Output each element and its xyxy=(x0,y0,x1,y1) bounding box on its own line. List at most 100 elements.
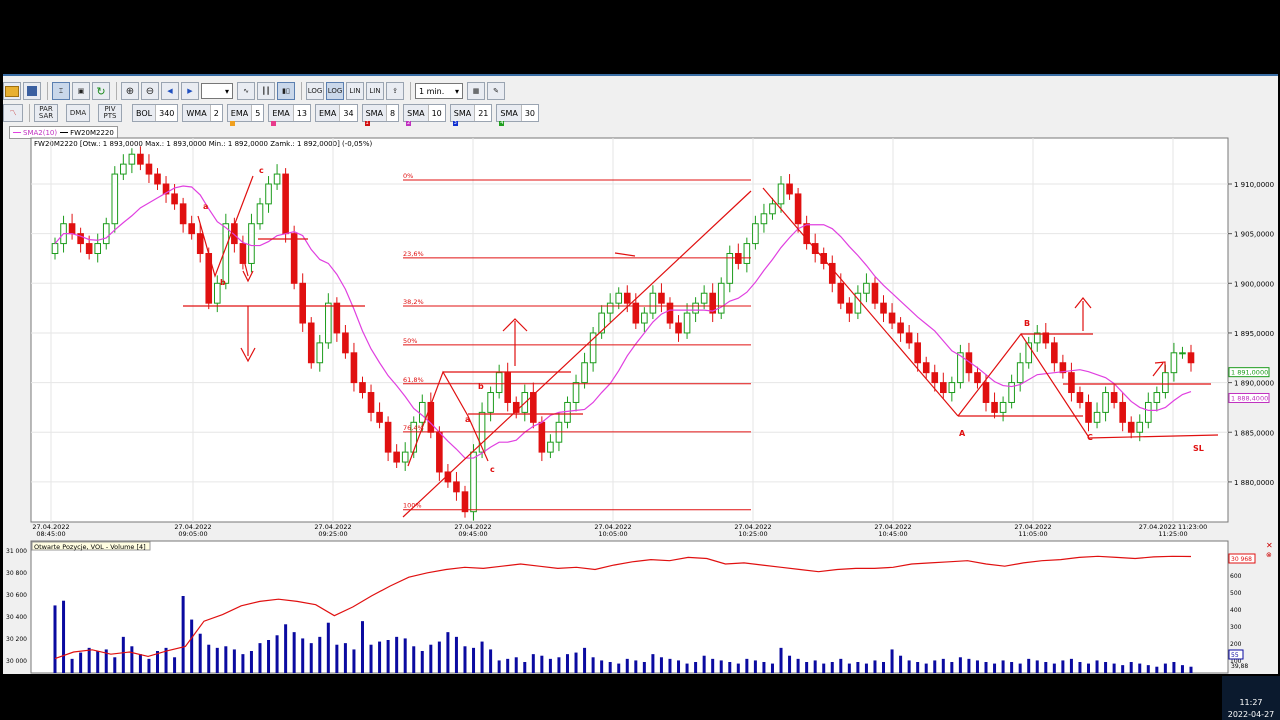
candle-body xyxy=(384,421,392,453)
x-axis-time: 09:05:00 xyxy=(178,530,207,538)
volume-bar xyxy=(181,596,185,673)
volume-bar xyxy=(215,647,219,673)
volume-bar xyxy=(796,658,800,673)
volume-bar xyxy=(463,646,467,673)
candle-body xyxy=(1102,392,1109,413)
volume-bar xyxy=(1112,663,1116,673)
candle-body xyxy=(1016,362,1024,384)
volume-bar xyxy=(62,600,66,673)
candle-body xyxy=(606,302,614,314)
volume-bar xyxy=(241,654,245,673)
candle-body xyxy=(393,451,400,463)
x-axis-time: 11:05:00 xyxy=(1018,530,1047,538)
candle-body xyxy=(461,491,469,513)
chart-area[interactable]: FW20M2220 [Otw.: 1 893,0000 Max.: 1 893,… xyxy=(3,76,1278,676)
volume-bar xyxy=(634,660,638,673)
volume-bar xyxy=(1061,660,1065,673)
candle-body xyxy=(273,173,281,185)
wave-annotation: a xyxy=(465,415,470,424)
volume-bar xyxy=(788,655,792,673)
volume-bar xyxy=(1155,666,1159,673)
candle-body xyxy=(299,282,306,324)
volume-bar xyxy=(87,647,91,673)
volume-bar xyxy=(685,663,689,673)
volume-bar xyxy=(53,605,57,673)
candle-body xyxy=(282,173,289,235)
volume-bar xyxy=(583,647,587,673)
volume-bar xyxy=(1138,663,1142,673)
oi-axis-label: 30 200 xyxy=(6,636,27,643)
candle-body xyxy=(675,322,682,334)
candle-body xyxy=(367,392,375,413)
candle-body xyxy=(171,193,178,205)
candle-body xyxy=(487,392,494,413)
volume-bar xyxy=(489,649,493,673)
volume-bar xyxy=(480,641,484,673)
x-axis-time: 09:25:00 xyxy=(318,530,347,538)
volume-bar xyxy=(232,649,236,673)
price-axis-label: 1 890,0000 xyxy=(1234,380,1274,388)
last-price-badge: 1 891,0000 xyxy=(1231,369,1268,377)
volume-bar xyxy=(360,621,364,673)
candle-body xyxy=(931,372,939,384)
volume-bar xyxy=(403,638,407,673)
volume-bar xyxy=(950,662,954,673)
volume-bar xyxy=(1180,665,1184,673)
candle-body xyxy=(1187,352,1195,364)
candle-body xyxy=(538,421,546,453)
candle-body xyxy=(239,243,247,264)
volume-bar xyxy=(1010,662,1014,673)
fib-level-label: 61,8% xyxy=(403,376,424,384)
candle-body xyxy=(974,372,981,384)
volume-bar xyxy=(96,651,100,673)
volume-bar xyxy=(659,657,663,673)
candle-body xyxy=(495,372,503,394)
volume-bar xyxy=(719,660,723,673)
volume-bar xyxy=(454,636,458,673)
volume-bar xyxy=(1035,660,1039,673)
candle-body xyxy=(564,401,571,423)
volume-axis-label: 300 xyxy=(1230,624,1242,631)
candle-body xyxy=(1068,372,1075,394)
volume-bar xyxy=(190,619,194,673)
volume-bar xyxy=(412,646,416,673)
candle-body xyxy=(649,292,657,314)
price-panel xyxy=(30,137,1229,523)
volume-axis-label: 200 xyxy=(1230,641,1242,648)
volume-bar xyxy=(1044,662,1048,673)
clock-date: 2022-04-27 xyxy=(1227,710,1275,719)
fib-level-label: 23,6% xyxy=(403,250,424,258)
volume-bar xyxy=(864,663,868,673)
volume-bar xyxy=(198,633,202,673)
volume-bar xyxy=(514,657,518,673)
candle-body xyxy=(111,173,119,225)
candle-body xyxy=(1179,352,1186,355)
candle-body xyxy=(769,203,776,215)
volume-bar xyxy=(275,635,279,673)
volume-badge: 55 xyxy=(1231,652,1239,659)
volume-bar xyxy=(625,658,629,673)
volume-bar xyxy=(728,662,732,673)
candle-body xyxy=(128,153,136,165)
volume-bar xyxy=(506,658,510,673)
volume-last-value: 39,88 xyxy=(1231,663,1248,670)
volume-bar xyxy=(284,624,288,673)
candle-body xyxy=(1162,372,1169,394)
candle-body xyxy=(307,322,315,364)
sma-badge: 1 888,4000 xyxy=(1231,394,1268,402)
volume-bar xyxy=(1018,663,1022,673)
volume-bar xyxy=(967,658,971,673)
settings-icon: ⊗ xyxy=(1266,551,1272,559)
volume-axis-label: 400 xyxy=(1230,607,1242,614)
volume-bar xyxy=(975,660,979,673)
candle-body xyxy=(940,382,947,394)
volume-bar xyxy=(933,660,937,673)
price-axis-label: 1 895,0000 xyxy=(1234,330,1274,338)
volume-bar xyxy=(822,663,826,673)
candle-body xyxy=(1127,421,1135,433)
candle-body xyxy=(102,223,110,245)
candle-body xyxy=(94,243,102,255)
candle-body xyxy=(376,411,383,423)
candle-body xyxy=(615,292,623,304)
candle-body xyxy=(846,302,853,314)
